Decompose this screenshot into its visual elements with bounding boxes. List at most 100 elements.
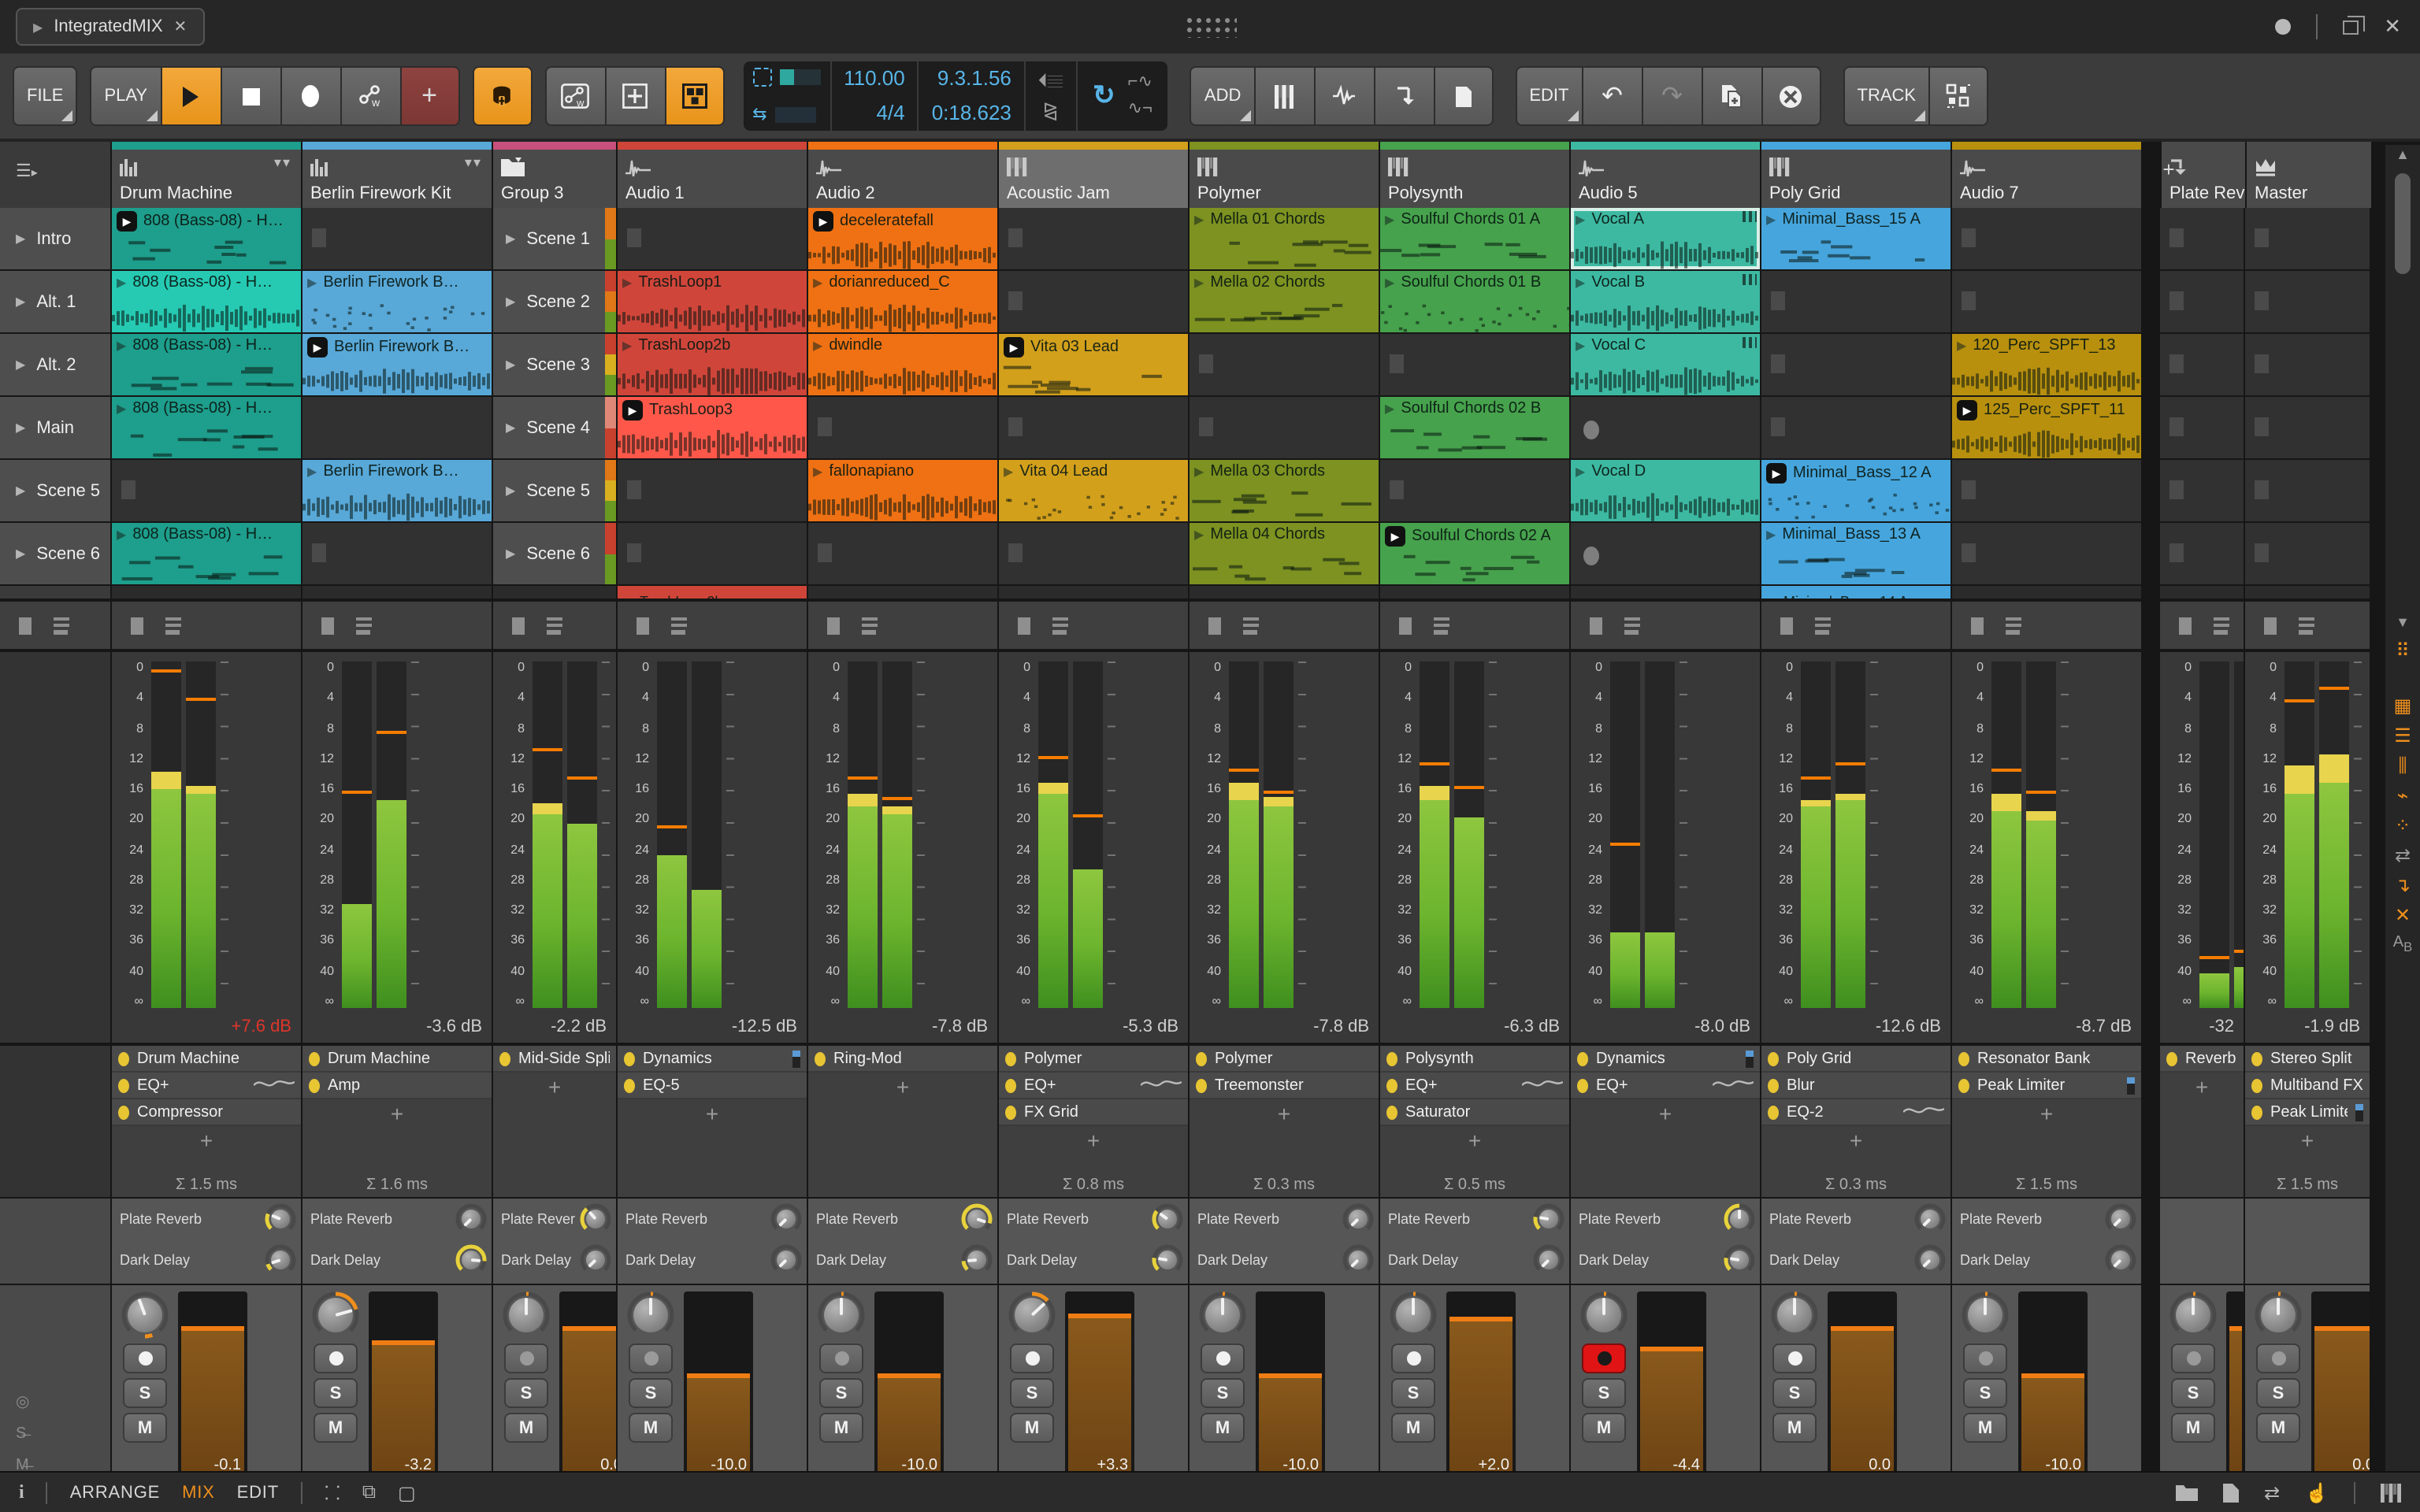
send-knob[interactable] bbox=[265, 1244, 296, 1276]
send-knob[interactable] bbox=[770, 1244, 802, 1276]
return-to-arrangement-button[interactable] bbox=[2006, 616, 2025, 635]
send-knob[interactable] bbox=[961, 1244, 993, 1276]
track-header[interactable]: Acoustic Jam bbox=[999, 142, 1188, 208]
stop-all-clips-button[interactable] bbox=[1208, 617, 1221, 634]
device-row[interactable]: Dynamics bbox=[618, 1046, 807, 1073]
device-enabled-dot[interactable] bbox=[309, 1078, 320, 1092]
solo-button[interactable]: S bbox=[1201, 1378, 1245, 1408]
clear-mute-icon[interactable]: M̶ bbox=[16, 1457, 29, 1471]
add-clip-button[interactable] bbox=[604, 66, 664, 126]
device-row[interactable]: Polysynth bbox=[1380, 1046, 1569, 1073]
device-row[interactable]: Mid-Side Split bbox=[493, 1046, 616, 1073]
dots-panel-icon[interactable]: ⁘ bbox=[2395, 816, 2411, 835]
clip[interactable]: ▶808 (Bass-08) - H… bbox=[112, 523, 301, 584]
volume-fader[interactable]: -4.4 bbox=[1637, 1292, 1706, 1471]
engine-status[interactable]: ⇆ bbox=[743, 61, 831, 131]
empty-clip-slot[interactable] bbox=[2160, 271, 2244, 332]
volume-fader[interactable] bbox=[2226, 1292, 2244, 1471]
scene-play-icon[interactable]: ▶ bbox=[16, 295, 25, 309]
return-to-arrangement-button[interactable] bbox=[2299, 616, 2318, 635]
clip[interactable]: ▶Soulful Chords 02 A bbox=[1380, 523, 1569, 584]
add-device-button[interactable]: + bbox=[1190, 1099, 1379, 1128]
group-scene-slot[interactable]: ▶Scene 4 bbox=[493, 397, 616, 458]
track-header[interactable]: Polysynth bbox=[1380, 142, 1569, 208]
empty-clip-slot[interactable] bbox=[1952, 271, 2141, 332]
volume-fader[interactable]: -0.1 bbox=[178, 1292, 247, 1471]
record-arm-button[interactable] bbox=[819, 1343, 863, 1373]
clip[interactable]: ▶Mella 01 Chords bbox=[1190, 208, 1379, 269]
solo-button[interactable]: S bbox=[1010, 1378, 1054, 1408]
mute-button[interactable]: M bbox=[504, 1413, 548, 1443]
file-menu-button[interactable]: FILE bbox=[13, 66, 77, 126]
clip-play-icon[interactable]: ▶ bbox=[1576, 465, 1585, 479]
clip-playing-icon[interactable]: ▶ bbox=[1957, 400, 1977, 421]
empty-clip-slot[interactable] bbox=[999, 397, 1188, 458]
plugin-panel-icon[interactable]: ⌁ bbox=[2397, 786, 2408, 805]
file-panel-icon[interactable] bbox=[2223, 1483, 2239, 1502]
clip[interactable]: ▶Vita 03 Lead bbox=[999, 334, 1188, 395]
clip[interactable]: ▶808 (Bass-08) - H… bbox=[112, 271, 301, 332]
return-to-arrangement-button[interactable] bbox=[671, 616, 690, 635]
send-knob[interactable] bbox=[1533, 1244, 1564, 1276]
device-enabled-dot[interactable] bbox=[624, 1051, 635, 1065]
redo-button[interactable]: ↷ bbox=[1642, 66, 1702, 126]
hand-tool-icon[interactable]: ☝ bbox=[2305, 1481, 2329, 1503]
device-row[interactable]: EQ+ bbox=[999, 1073, 1188, 1099]
send-knob[interactable] bbox=[1342, 1244, 1374, 1276]
device-enabled-dot[interactable] bbox=[1386, 1105, 1397, 1119]
solo-button[interactable]: S bbox=[504, 1378, 548, 1408]
clip[interactable]: ▶808 (Bass-08) - H… bbox=[112, 397, 301, 458]
fullscreen-icon[interactable]: ▢ bbox=[398, 1481, 416, 1503]
undo-button[interactable]: ↶ bbox=[1582, 66, 1642, 126]
record-arm-button[interactable] bbox=[1010, 1343, 1054, 1373]
device-row[interactable]: Treemonster bbox=[1190, 1073, 1379, 1099]
empty-clip-slot[interactable] bbox=[2245, 208, 2370, 269]
send-knob[interactable] bbox=[1152, 1203, 1183, 1235]
send-knob[interactable] bbox=[2105, 1203, 2136, 1235]
stop-all-clips-button[interactable] bbox=[1590, 617, 1602, 634]
device-enabled-dot[interactable] bbox=[1196, 1078, 1207, 1092]
group-scene-slot[interactable]: ▶Scene 2 bbox=[493, 271, 616, 332]
mute-button[interactable]: M bbox=[2256, 1413, 2300, 1443]
stop-all-clips-button[interactable] bbox=[1399, 617, 1412, 634]
pan-knob[interactable] bbox=[2169, 1292, 2217, 1339]
window-close-button[interactable]: ✕ bbox=[2384, 14, 2401, 39]
clip-play-icon[interactable]: ▶ bbox=[117, 339, 126, 353]
device-row[interactable]: EQ-2 bbox=[1761, 1099, 1950, 1126]
stop-all-clips-button[interactable] bbox=[19, 617, 32, 634]
device-enabled-dot[interactable] bbox=[2166, 1051, 2177, 1065]
empty-clip-slot[interactable] bbox=[302, 397, 492, 458]
stop-button[interactable] bbox=[220, 66, 280, 126]
clip-playing-icon[interactable]: ▶ bbox=[1385, 526, 1405, 547]
song-time-value[interactable]: 0:18.623 bbox=[932, 101, 1011, 127]
clip[interactable]: ▶808 (Bass-08) - H… bbox=[112, 208, 301, 269]
mute-button[interactable]: M bbox=[1201, 1413, 1245, 1443]
device-enabled-dot[interactable] bbox=[1577, 1078, 1588, 1092]
add-device-button[interactable]: + bbox=[493, 1073, 616, 1101]
track-header[interactable]: Audio 7 bbox=[1952, 142, 2141, 208]
solo-button[interactable]: S bbox=[2171, 1378, 2215, 1408]
send-knob[interactable] bbox=[1724, 1244, 1755, 1276]
clip[interactable]: ▶TrashLoop1 bbox=[618, 271, 807, 332]
empty-clip-slot[interactable] bbox=[2245, 397, 2370, 458]
empty-clip-slot[interactable] bbox=[1380, 334, 1569, 395]
track-header[interactable]: Group 3 bbox=[493, 142, 616, 208]
play-button[interactable] bbox=[160, 66, 220, 126]
scene-launch-row[interactable]: ▶Alt. 1 bbox=[0, 271, 110, 332]
mute-button[interactable]: M bbox=[1391, 1413, 1435, 1443]
clip-play-icon[interactable]: ▶ bbox=[1004, 465, 1013, 479]
dual-view-icon[interactable]: ⸬ bbox=[325, 1479, 340, 1506]
stop-all-clips-button[interactable] bbox=[1780, 617, 1793, 634]
clip[interactable]: ▶TrashLoop2b bbox=[618, 334, 807, 395]
empty-clip-slot[interactable] bbox=[618, 460, 807, 521]
volume-fader[interactable]: 0.0 bbox=[559, 1292, 616, 1471]
volume-fader[interactable]: -3.2 bbox=[369, 1292, 438, 1471]
empty-clip-slot[interactable] bbox=[808, 397, 997, 458]
device-enabled-dot[interactable] bbox=[1386, 1078, 1397, 1092]
empty-clip-slot[interactable] bbox=[1761, 397, 1950, 458]
clip[interactable]: ▶deceleratefall bbox=[808, 208, 997, 269]
info-icon[interactable]: i bbox=[19, 1480, 24, 1504]
partial-clip[interactable]: Minimal_Bass_14 A bbox=[1761, 586, 1950, 598]
io-swap-icon[interactable]: ⇄ bbox=[2264, 1481, 2280, 1503]
device-row[interactable]: Poly Grid bbox=[1761, 1046, 1950, 1073]
